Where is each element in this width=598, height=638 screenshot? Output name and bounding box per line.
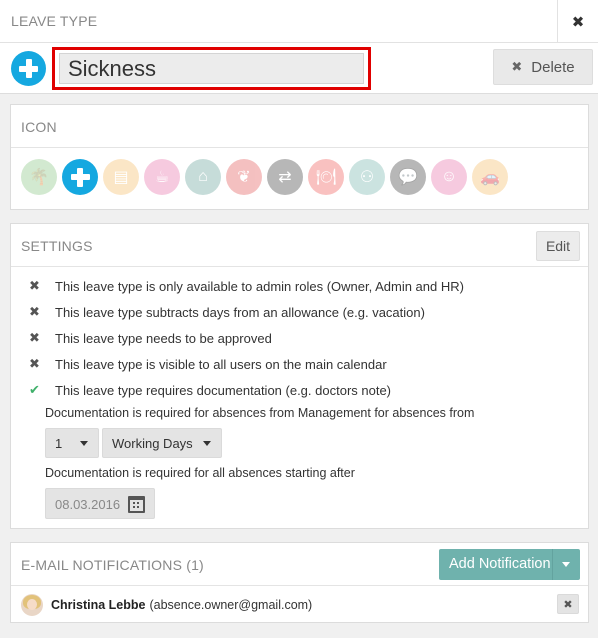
close-icon[interactable]: ✖ [557,0,598,43]
cross-icon: ✖ [29,278,40,293]
car-icon[interactable]: 🚗 [472,159,508,195]
icon-panel-title: ICON [21,119,57,135]
delete-button-label: Delete [531,58,575,76]
name-highlight: Sickness [52,47,371,90]
palm-tree-icon[interactable]: 🌴 [21,159,57,195]
setting-text: This leave type is only available to adm… [55,278,464,294]
setting-row: ✖ This leave type subtracts days from an… [29,304,425,320]
settings-panel-title: SETTINGS [21,238,93,254]
leave-type-name-input[interactable]: Sickness [59,53,364,84]
plus-icon[interactable] [11,51,46,86]
plus-icon[interactable] [62,159,98,195]
house-icon[interactable]: ⌂ [185,159,221,195]
setting-text: This leave type subtracts days from an a… [55,304,425,320]
doc-all-label: Documentation is required for all absenc… [45,466,355,480]
speech-bubbles-icon[interactable]: 💬 [390,159,426,195]
name-row: Sickness ✖ Delete [0,43,598,94]
edit-button[interactable]: Edit [536,231,580,261]
settings-panel: SETTINGS Edit ✖ This leave type is only … [10,223,589,529]
sync-icon[interactable]: ⇄ [267,159,303,195]
baby-face-icon[interactable]: ☺ [431,159,467,195]
people-circle-icon[interactable]: ⚇ [349,159,385,195]
start-date-value: 08.03.2016 [55,497,121,512]
close-icon: ✖ [511,59,523,74]
notification-recipient: Christina Lebbe (absence.owner@gmail.com… [21,594,312,616]
briefcase-icon[interactable]: ▤ [103,159,139,195]
checkmark-icon: ✔ [29,382,40,397]
notifications-panel-header: E-MAIL NOTIFICATIONS (1) Add Notificatio… [11,543,588,586]
setting-text: This leave type requires documentation (… [55,382,392,398]
recipient-email: (absence.owner@gmail.com) [149,598,313,612]
chevron-down-icon [203,441,211,446]
unit-select-value: Working Days [112,435,193,451]
cross-icon: ✖ [29,330,40,345]
leaf-icon[interactable]: ❦ [226,159,262,195]
unit-select[interactable]: Working Days [102,428,222,458]
remove-recipient-button[interactable]: ✖ [557,594,579,614]
cross-icon: ✖ [29,356,40,371]
add-notification-button[interactable]: Add Notification [439,549,580,580]
dialog-title: LEAVE TYPE [11,13,98,29]
notifications-panel-title: E-MAIL NOTIFICATIONS (1) [21,557,204,573]
setting-row: ✖ This leave type needs to be approved [29,330,272,346]
chevron-down-icon[interactable] [562,562,570,567]
avatar [21,594,43,616]
amount-select[interactable]: 1 [45,428,99,458]
setting-text: This leave type needs to be approved [55,330,272,346]
setting-text: This leave type is visible to all users … [55,356,387,372]
cutlery-icon[interactable]: 🍽 [308,159,344,195]
recipient-name: Christina Lebbe [51,598,146,612]
start-date-field[interactable]: 08.03.2016 [45,488,155,519]
dialog-header: LEAVE TYPE ✖ [0,0,598,43]
delete-button[interactable]: ✖ Delete [493,49,593,85]
icon-panel: ICON 🌴 ▤ ☕ ⌂ ❦ ⇄ 🍽 ⚇ 💬 ☺ 🚗 [10,104,589,210]
setting-row: ✖ This leave type is visible to all user… [29,356,387,372]
chevron-down-icon [80,441,88,446]
calendar-icon[interactable] [128,496,145,513]
amount-select-value: 1 [55,435,63,451]
setting-row: ✔ This leave type requires documentation… [29,382,391,398]
setting-row: ✖ This leave type is only available to a… [29,278,464,294]
doc-management-label: Documentation is required for absences f… [45,406,475,420]
icon-panel-header: ICON [11,105,588,148]
notifications-panel: E-MAIL NOTIFICATIONS (1) Add Notificatio… [10,542,589,623]
cross-icon: ✖ [29,304,40,319]
icon-picker: 🌴 ▤ ☕ ⌂ ❦ ⇄ 🍽 ⚇ 💬 ☺ 🚗 [21,159,508,195]
settings-panel-header: SETTINGS Edit [11,224,588,267]
coffee-cup-icon[interactable]: ☕ [144,159,180,195]
add-notification-label: Add Notification [449,556,551,572]
